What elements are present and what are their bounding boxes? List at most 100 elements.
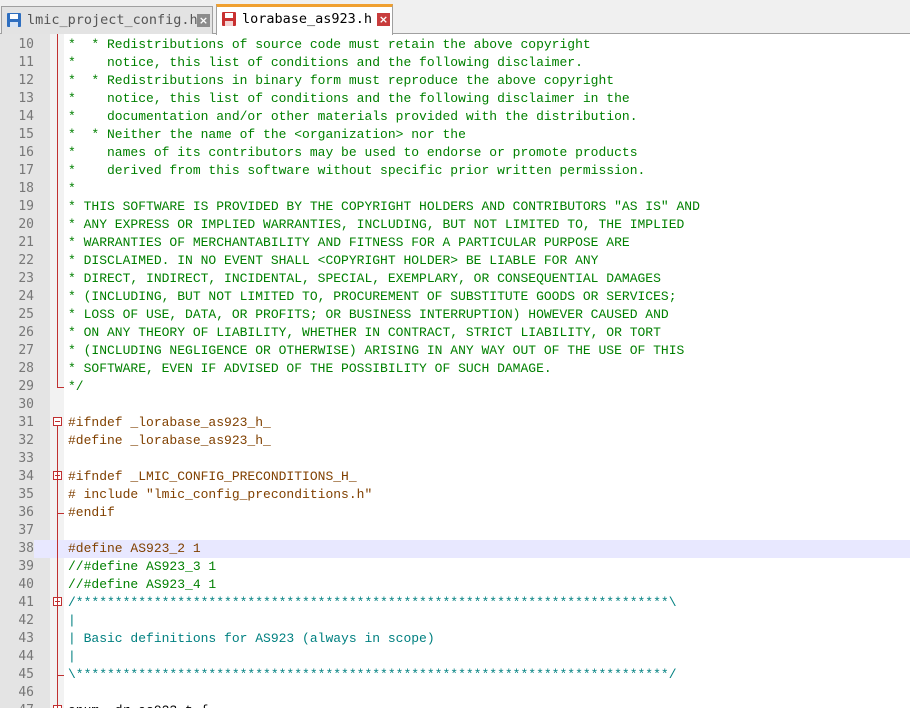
code-line[interactable]: 46 xyxy=(0,684,910,702)
close-icon[interactable]: × xyxy=(197,14,210,27)
code-line[interactable]: 11 * notice, this list of conditions and … xyxy=(0,54,910,72)
fold-end-marker xyxy=(57,513,64,514)
code-text[interactable]: * xyxy=(68,180,76,198)
code-text[interactable]: /***************************************… xyxy=(68,594,677,612)
code-text[interactable]: * LOSS OF USE, DATA, OR PROFITS; OR BUSI… xyxy=(68,306,669,324)
code-text[interactable]: * names of its contributors may be used … xyxy=(68,144,638,162)
code-text[interactable]: */ xyxy=(68,378,84,396)
line-number: 36 xyxy=(18,505,34,520)
code-line[interactable]: 27 * (INCLUDING NEGLIGENCE OR OTHERWISE) … xyxy=(0,342,910,360)
code-line[interactable]: 10 * * Redistributions of source code mus… xyxy=(0,36,910,54)
code-line[interactable]: 47 enum _dr_as923_t { xyxy=(0,702,910,708)
tab-label: lmic_project_config.h xyxy=(27,12,198,28)
code-line[interactable]: 29 */ xyxy=(0,378,910,396)
code-line[interactable]: 26 * ON ANY THEORY OF LIABILITY, WHETHER … xyxy=(0,324,910,342)
code-line[interactable]: 30 xyxy=(0,396,910,414)
code-text[interactable]: | Basic definitions for AS923 (always in… xyxy=(68,630,435,648)
code-editor[interactable]: 10 * * Redistributions of source code mus… xyxy=(0,34,910,708)
code-line[interactable]: 35 # include "lmic_config_preconditions.h… xyxy=(0,486,910,504)
code-line[interactable]: 25 * LOSS OF USE, DATA, OR PROFITS; OR BU… xyxy=(0,306,910,324)
code-text[interactable]: * THIS SOFTWARE IS PROVIDED BY THE COPYR… xyxy=(68,198,700,216)
line-number: 33 xyxy=(18,451,34,466)
code-line[interactable]: 40 //#define AS923_4 1 xyxy=(0,576,910,594)
code-line[interactable]: 31 #ifndef _lorabase_as923_h_ xyxy=(0,414,910,432)
code-line[interactable]: 45 \*************************************… xyxy=(0,666,910,684)
code-line[interactable]: 32 #define _lorabase_as923_h_ xyxy=(0,432,910,450)
code-text[interactable]: //#define AS923_3 1 xyxy=(68,558,216,576)
line-number: 31 xyxy=(18,415,34,430)
line-number: 23 xyxy=(18,271,34,286)
code-line[interactable]: 24 * (INCLUDING, BUT NOT LIMITED TO, PROC… xyxy=(0,288,910,306)
code-text[interactable]: # include "lmic_config_preconditions.h" xyxy=(68,486,372,504)
line-number: 13 xyxy=(18,91,34,106)
code-line[interactable]: 43 | Basic definitions for AS923 (always … xyxy=(0,630,910,648)
line-number: 40 xyxy=(18,577,34,592)
code-line[interactable]: 33 xyxy=(0,450,910,468)
code-text[interactable]: * DIRECT, INDIRECT, INCIDENTAL, SPECIAL,… xyxy=(68,270,661,288)
code-line[interactable]: 39 //#define AS923_3 1 xyxy=(0,558,910,576)
code-line[interactable]: 20 * ANY EXPRESS OR IMPLIED WARRANTIES, I… xyxy=(0,216,910,234)
line-number: 16 xyxy=(18,145,34,160)
code-text[interactable]: * derived from this software without spe… xyxy=(68,162,645,180)
code-line[interactable]: 16 * names of its contributors may be use… xyxy=(0,144,910,162)
code-line[interactable]: 44 | xyxy=(0,648,910,666)
line-number: 28 xyxy=(18,361,34,376)
code-text[interactable]: #ifndef _LMIC_CONFIG_PRECONDITIONS_H_ xyxy=(68,468,357,486)
code-line[interactable]: 23 * DIRECT, INDIRECT, INCIDENTAL, SPECIA… xyxy=(0,270,910,288)
fold-range-line xyxy=(57,606,58,675)
code-line[interactable]: 37 xyxy=(0,522,910,540)
code-line[interactable]: 14 * documentation and/or other materials… xyxy=(0,108,910,126)
code-text[interactable]: | xyxy=(68,612,76,630)
line-number: 37 xyxy=(18,523,34,538)
line-number: 43 xyxy=(18,631,34,646)
code-text[interactable]: #ifndef _lorabase_as923_h_ xyxy=(68,414,271,432)
code-text[interactable]: #define _lorabase_as923_h_ xyxy=(68,432,271,450)
code-text[interactable]: * SOFTWARE, EVEN IF ADVISED OF THE POSSI… xyxy=(68,360,552,378)
code-line[interactable]: 36 #endif xyxy=(0,504,910,522)
code-line[interactable]: 17 * derived from this software without s… xyxy=(0,162,910,180)
code-line[interactable]: 22 * DISCLAIMED. IN NO EVENT SHALL <COPYR… xyxy=(0,252,910,270)
code-text[interactable]: * WARRANTIES OF MERCHANTABILITY AND FITN… xyxy=(68,234,630,252)
code-text[interactable]: * ON ANY THEORY OF LIABILITY, WHETHER IN… xyxy=(68,324,661,342)
code-text[interactable]: * documentation and/or other materials p… xyxy=(68,108,638,126)
line-number: 35 xyxy=(18,487,34,502)
code-text[interactable]: * notice, this list of conditions and th… xyxy=(68,54,583,72)
code-text[interactable]: \***************************************… xyxy=(68,666,677,684)
line-number: 47 xyxy=(0,702,34,708)
code-line[interactable]: 41 /*************************************… xyxy=(0,594,910,612)
code-line[interactable]: 19 * THIS SOFTWARE IS PROVIDED BY THE COP… xyxy=(0,198,910,216)
code-line[interactable]: 28 * SOFTWARE, EVEN IF ADVISED OF THE POS… xyxy=(0,360,910,378)
code-line[interactable]: 12 * * Redistributions in binary form mus… xyxy=(0,72,910,90)
line-number: 42 xyxy=(18,613,34,628)
current-line[interactable]: 38 #define AS923_2 1 xyxy=(0,540,910,558)
code-line[interactable]: 18 * xyxy=(0,180,910,198)
code-text[interactable]: * (INCLUDING NEGLIGENCE OR OTHERWISE) AR… xyxy=(68,342,684,360)
code-text[interactable]: #endif xyxy=(68,504,115,522)
tab-lmic-project-config[interactable]: lmic_project_config.h × xyxy=(1,6,213,34)
code-text[interactable]: * DISCLAIMED. IN NO EVENT SHALL <COPYRIG… xyxy=(68,252,599,270)
close-icon[interactable]: × xyxy=(377,13,390,26)
line-number: 46 xyxy=(18,685,34,700)
code-text[interactable]: * (INCLUDING, BUT NOT LIMITED TO, PROCUR… xyxy=(68,288,677,306)
line-number: 21 xyxy=(18,235,34,250)
line-number: 18 xyxy=(18,181,34,196)
code-line[interactable]: 34 #ifndef _LMIC_CONFIG_PRECONDITIONS_H_ xyxy=(0,468,910,486)
code-text[interactable]: * * Redistributions of source code must … xyxy=(68,36,591,54)
code-text[interactable]: | xyxy=(68,648,76,666)
code-line[interactable]: 21 * WARRANTIES OF MERCHANTABILITY AND FI… xyxy=(0,234,910,252)
code-text[interactable]: * * Neither the name of the <organizatio… xyxy=(68,126,466,144)
line-number: 14 xyxy=(18,109,34,124)
fold-end-marker xyxy=(57,675,64,676)
code-text[interactable]: * ANY EXPRESS OR IMPLIED WARRANTIES, INC… xyxy=(68,216,684,234)
code-line[interactable]: 15 * * Neither the name of the <organizat… xyxy=(0,126,910,144)
code-text[interactable]: #define AS923_2 1 xyxy=(68,540,201,558)
code-text[interactable]: * * Redistributions in binary form must … xyxy=(68,72,614,90)
code-line[interactable]: 42 | xyxy=(0,612,910,630)
line-number: 27 xyxy=(18,343,34,358)
code-text[interactable]: * notice, this list of conditions and th… xyxy=(68,90,630,108)
fold-collapse-icon[interactable] xyxy=(53,417,62,426)
code-text[interactable]: //#define AS923_4 1 xyxy=(68,576,216,594)
code-line[interactable]: 13 * notice, this list of conditions and … xyxy=(0,90,910,108)
code-text[interactable]: enum _dr_as923_t { xyxy=(68,702,208,708)
tab-lorabase-as923[interactable]: lorabase_as923.h × xyxy=(216,4,393,35)
